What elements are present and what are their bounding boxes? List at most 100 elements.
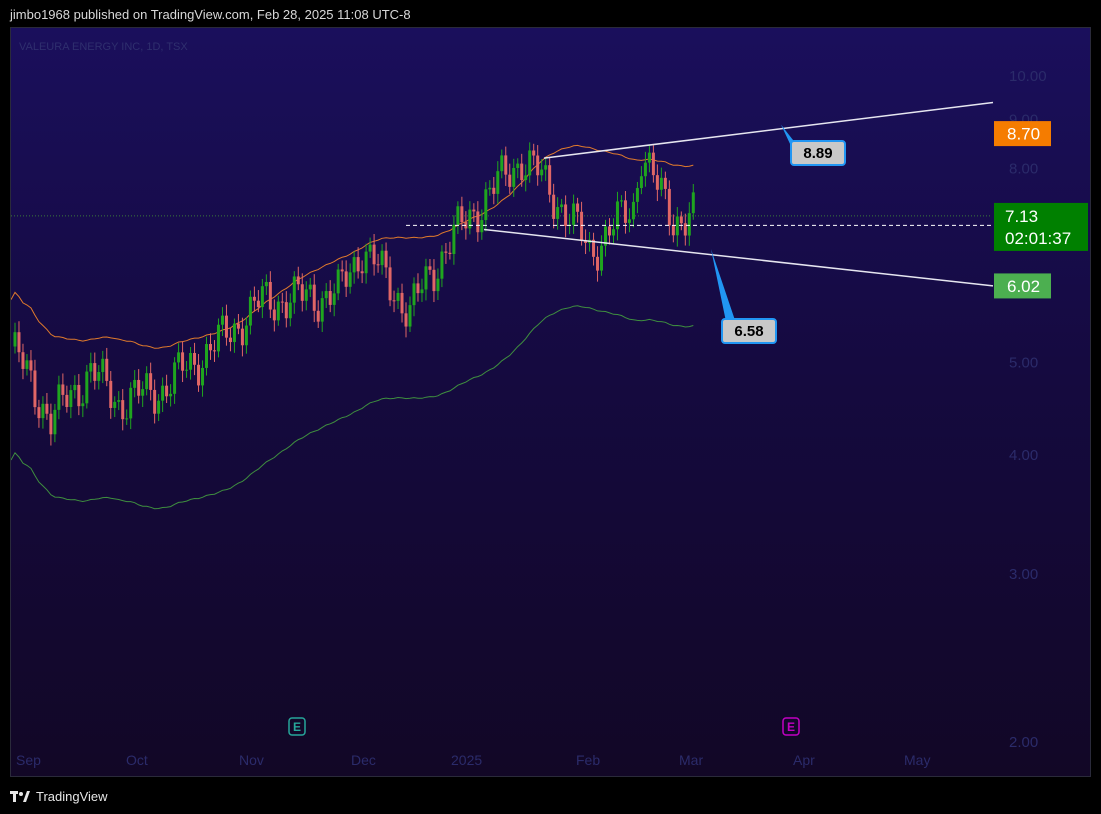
candle-body — [651, 152, 655, 176]
last-price-tag: 7.13 02:01:37 — [994, 202, 1088, 251]
candle-body — [324, 291, 328, 299]
price-callout: 8.89 — [781, 124, 846, 166]
candle-body — [572, 203, 576, 225]
candle-body — [600, 245, 604, 271]
candle-body — [272, 309, 276, 321]
candle-body — [93, 363, 97, 381]
candle-body — [524, 175, 528, 181]
candle-body — [655, 175, 659, 190]
candle-body — [268, 281, 272, 310]
candle-body — [133, 379, 137, 388]
candle-body — [424, 266, 428, 290]
candle-body — [101, 358, 105, 373]
x-tick-label: Sep — [16, 752, 41, 768]
candle-body — [396, 292, 400, 301]
price-tag-label: 6.02 — [1007, 277, 1040, 296]
candle-body — [623, 200, 627, 223]
y-tick-label: 10.00 — [1009, 68, 1047, 85]
candle-body — [209, 343, 212, 351]
candle-body — [216, 324, 220, 352]
candle-body — [69, 390, 73, 408]
candle-body — [512, 167, 516, 187]
candle-body — [400, 292, 404, 314]
x-tick-label: Nov — [239, 752, 264, 768]
candle-body — [440, 251, 444, 279]
candle-body — [57, 384, 61, 410]
candle-body — [420, 289, 424, 294]
candle-body — [37, 407, 41, 419]
tradingview-logo-icon — [10, 790, 30, 803]
candle-body — [596, 256, 600, 271]
candle-body — [240, 328, 244, 346]
candle-body — [340, 269, 344, 272]
candle-body — [308, 284, 312, 290]
candle-body — [448, 252, 452, 254]
candle-body — [137, 379, 141, 396]
candle-body — [145, 373, 149, 390]
candle-body — [536, 155, 540, 176]
callout-label: 8.89 — [803, 145, 832, 162]
candle-body — [284, 302, 288, 319]
candle-body — [500, 155, 504, 172]
candle-body — [460, 206, 464, 223]
last-price-label: 7.13 — [1005, 207, 1038, 226]
candle-body — [356, 257, 360, 272]
candle-body — [280, 301, 284, 303]
footer-brand-label: TradingView — [36, 789, 108, 804]
x-tick-label: May — [904, 752, 930, 768]
candle-body — [679, 216, 683, 224]
candle-body — [185, 369, 189, 371]
candle-body — [300, 284, 304, 301]
lower-trendline — [483, 228, 994, 287]
candle-body — [548, 165, 552, 195]
candle-body — [232, 323, 236, 343]
candle-body — [516, 163, 520, 168]
candle-body — [544, 165, 548, 170]
candle-body — [484, 189, 488, 221]
earnings-marker: E — [782, 717, 800, 736]
chart-title: VALEURA ENERGY INC, 1D, TSX — [19, 41, 188, 53]
candle-body — [153, 389, 157, 414]
candle-body — [492, 187, 496, 194]
candle-body — [328, 291, 332, 305]
candle-body — [13, 332, 17, 347]
candle-body — [352, 257, 356, 273]
candle-body — [380, 250, 384, 266]
candle-body — [416, 283, 420, 294]
candle-body — [125, 418, 129, 420]
candle-body — [320, 298, 324, 322]
y-tick-label: 8.00 — [1009, 160, 1038, 177]
x-tick-label: Oct — [126, 752, 148, 768]
candle-body — [169, 393, 173, 397]
chart-panel[interactable]: VALEURA ENERGY INC, 1D, TSX 8.89 6.58 E E 1… — [10, 27, 1091, 777]
earnings-marker: E — [288, 717, 306, 736]
candle-body — [25, 360, 29, 369]
candle-body — [141, 389, 145, 396]
candle-body — [65, 394, 69, 408]
candle-body — [252, 296, 256, 301]
earnings-marker-label: E — [787, 720, 795, 734]
candle-body — [608, 226, 611, 236]
candle-body — [29, 360, 33, 371]
candle-body — [81, 403, 85, 407]
candle-body — [647, 152, 651, 163]
candle-body — [220, 315, 224, 325]
candle-body — [436, 278, 440, 292]
candle-body — [528, 150, 532, 176]
candle-body — [296, 276, 300, 285]
candle-body — [532, 150, 536, 156]
candle-body — [33, 370, 37, 408]
candle-body — [85, 371, 89, 404]
candle-body — [264, 281, 268, 287]
candle-body — [480, 220, 484, 233]
candle-body — [165, 385, 169, 397]
candle-body — [671, 225, 675, 236]
candle-body — [77, 384, 81, 407]
price-tag: 6.02 — [994, 273, 1051, 299]
price-chart[interactable]: VALEURA ENERGY INC, 1D, TSX 8.89 6.58 E E 1… — [11, 28, 1091, 777]
y-tick-label: 2.00 — [1009, 734, 1038, 751]
candle-body — [189, 352, 193, 370]
x-tick-label: Mar — [679, 752, 703, 768]
candle-body — [121, 400, 125, 420]
y-tick-label: 5.00 — [1009, 355, 1038, 372]
